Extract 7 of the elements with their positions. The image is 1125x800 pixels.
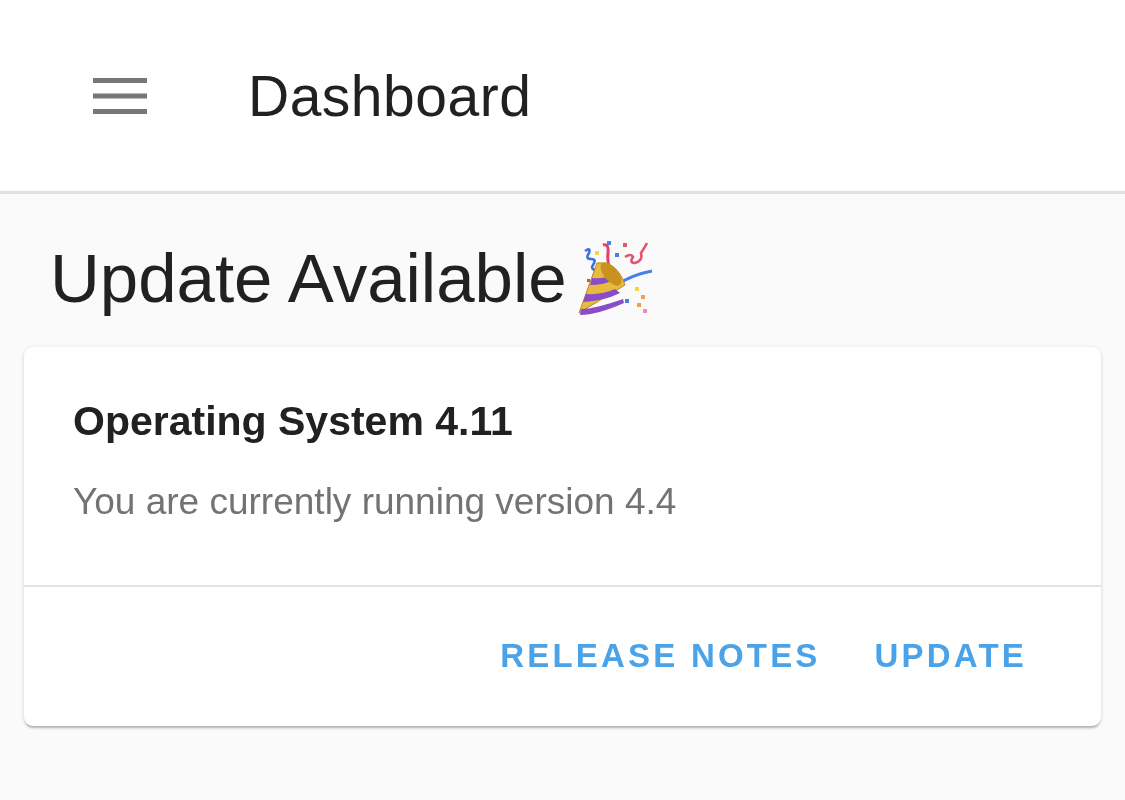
text-button[interactable]: RELEASE NOTES bbox=[484, 623, 837, 690]
menu-icon bbox=[93, 77, 147, 114]
card-description: You are currently running version 4.4 bbox=[73, 480, 677, 524]
card-title: Operating System 4.11 bbox=[73, 396, 513, 446]
page-title: Dashboard bbox=[248, 62, 532, 129]
section-heading: Update Available bbox=[50, 239, 567, 319]
text-button[interactable]: UPDATE bbox=[858, 623, 1043, 690]
